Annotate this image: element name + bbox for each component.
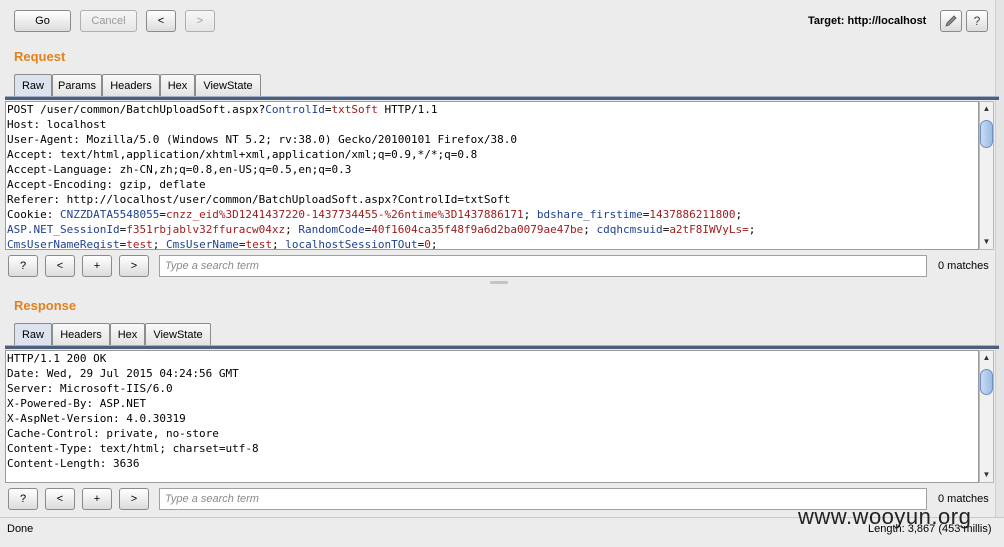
request-search-next-button[interactable]: > <box>119 255 149 277</box>
response-line: Server: Microsoft-IIS/6.0 <box>7 382 173 395</box>
scroll-up-icon[interactable]: ▲ <box>980 103 993 115</box>
request-editor[interactable]: POST /user/common/BatchUploadSoft.aspx?C… <box>5 101 979 250</box>
scroll-thumb[interactable] <box>980 120 993 148</box>
response-editor[interactable]: HTTP/1.1 200 OK Date: Wed, 29 Jul 2015 0… <box>5 350 979 483</box>
request-line: Referer: http://localhost/user/common/Ba… <box>7 193 511 206</box>
response-tab-hex[interactable]: Hex <box>110 323 145 346</box>
pane-splitter[interactable] <box>0 280 1004 286</box>
request-tab-viewstate[interactable]: ViewState <box>195 74 261 97</box>
response-search-prev-button[interactable]: < <box>45 488 75 510</box>
splitter-grip-icon[interactable] <box>490 281 508 284</box>
request-line: User-Agent: Mozilla/5.0 (Windows NT 5.2;… <box>7 133 517 146</box>
request-param-name: ControlId <box>265 103 325 116</box>
request-search-add-button[interactable]: + <box>82 255 112 277</box>
edit-target-button[interactable] <box>940 10 962 32</box>
request-tab-raw[interactable]: Raw <box>14 74 52 97</box>
request-search-help-button[interactable]: ? <box>8 255 38 277</box>
response-title: Response <box>14 298 77 313</box>
go-button[interactable]: Go <box>14 10 71 32</box>
request-line: Accept-Encoding: gzip, deflate <box>7 178 206 191</box>
response-search-add-button[interactable]: + <box>82 488 112 510</box>
response-line: Cache-Control: private, no-store <box>7 427 219 440</box>
response-tab-viewstate[interactable]: ViewState <box>145 323 211 346</box>
request-match-count: 0 matches <box>938 260 989 272</box>
cookie-value: f351rbjablv32ffuracw04xz <box>126 223 286 236</box>
cancel-button[interactable]: Cancel <box>80 10 137 32</box>
response-scrollbar[interactable]: ▲ ▼ <box>979 350 994 483</box>
cookie-name: cdqhcmsuid <box>596 223 663 236</box>
response-line: X-AspNet-Version: 4.0.30319 <box>7 412 186 425</box>
cookie-name: CNZZDATA5548055 <box>59 208 160 221</box>
response-line: Date: Wed, 29 Jul 2015 04:24:56 GMT <box>7 367 239 380</box>
cookie-value: 40f1604ca35f48f9a6d2ba0079ae47be <box>371 223 584 236</box>
request-scrollbar[interactable]: ▲ ▼ <box>979 101 994 250</box>
cookie-name: CmsUserNameRegist <box>7 238 120 250</box>
target-label: Target: http://localhost <box>808 15 927 27</box>
cookie-line: Cookie: CNZZDATA5548055=cnzz_eid%3D12414… <box>7 208 743 221</box>
request-param-value: txtSoft <box>331 103 378 116</box>
cookie-line: CmsUserNameRegist=test; CmsUserName=test… <box>7 238 438 250</box>
response-search-help-button[interactable]: ? <box>8 488 38 510</box>
request-tab-headers[interactable]: Headers <box>102 74 160 97</box>
history-back-button[interactable]: < <box>146 10 176 32</box>
pencil-icon <box>945 15 957 27</box>
cookie-value: 0 <box>424 238 431 250</box>
help-button[interactable]: ? <box>966 10 988 32</box>
request-search-input[interactable]: Type a search term <box>159 255 927 277</box>
request-search-prev-button[interactable]: < <box>45 255 75 277</box>
cookie-name: bdshare_firstime <box>536 208 643 221</box>
response-tab-raw[interactable]: Raw <box>14 323 52 346</box>
request-line: Accept: text/html,application/xhtml+xml,… <box>7 148 478 161</box>
request-line: Host: localhost <box>7 118 107 131</box>
response-tab-headers[interactable]: Headers <box>52 323 110 346</box>
watermark: www.wooyun.org <box>798 504 972 529</box>
status-text: Done <box>7 523 34 535</box>
cookie-line: ASP.NET_SessionId=f351rbjablv32ffuracw04… <box>7 223 756 236</box>
scroll-up-icon[interactable]: ▲ <box>980 352 993 364</box>
cookie-value: a2tF8IWVyLs= <box>669 223 749 236</box>
window-edge <box>995 0 1004 517</box>
request-line: POST /user/common/BatchUploadSoft.aspx?C… <box>7 103 438 116</box>
scroll-down-icon[interactable]: ▼ <box>980 469 993 481</box>
response-line: Content-Type: text/html; charset=utf-8 <box>7 442 259 455</box>
request-tab-underline <box>5 96 999 100</box>
request-tab-hex[interactable]: Hex <box>160 74 195 97</box>
scroll-thumb[interactable] <box>980 369 993 395</box>
cookie-value: test <box>126 238 153 250</box>
response-search-next-button[interactable]: > <box>119 488 149 510</box>
cookie-value: cnzz_eid%3D1241437220-1437734455-%26ntim… <box>165 208 524 221</box>
scroll-down-icon[interactable]: ▼ <box>980 236 993 248</box>
cookie-name: RandomCode <box>298 223 365 236</box>
history-forward-button[interactable]: > <box>185 10 215 32</box>
cookie-value: 1437886211800 <box>649 208 736 221</box>
cookie-name: ASP.NET_SessionId <box>7 223 120 236</box>
cookie-name: CmsUserName <box>165 238 239 250</box>
request-line: Accept-Language: zh-CN,zh;q=0.8,en-US;q=… <box>7 163 352 176</box>
response-line: HTTP/1.1 200 OK <box>7 352 107 365</box>
request-tab-params[interactable]: Params <box>52 74 102 97</box>
cookie-value: test <box>245 238 272 250</box>
cookie-name: localhostSessionTOut <box>285 238 418 250</box>
response-tab-underline <box>5 345 999 349</box>
request-search-bar: ? < + > Type a search term 0 matches <box>5 252 995 280</box>
response-line: Content-Length: 3636 <box>7 457 140 470</box>
request-title: Request <box>14 49 66 64</box>
response-line: X-Powered-By: ASP.NET <box>7 397 147 410</box>
